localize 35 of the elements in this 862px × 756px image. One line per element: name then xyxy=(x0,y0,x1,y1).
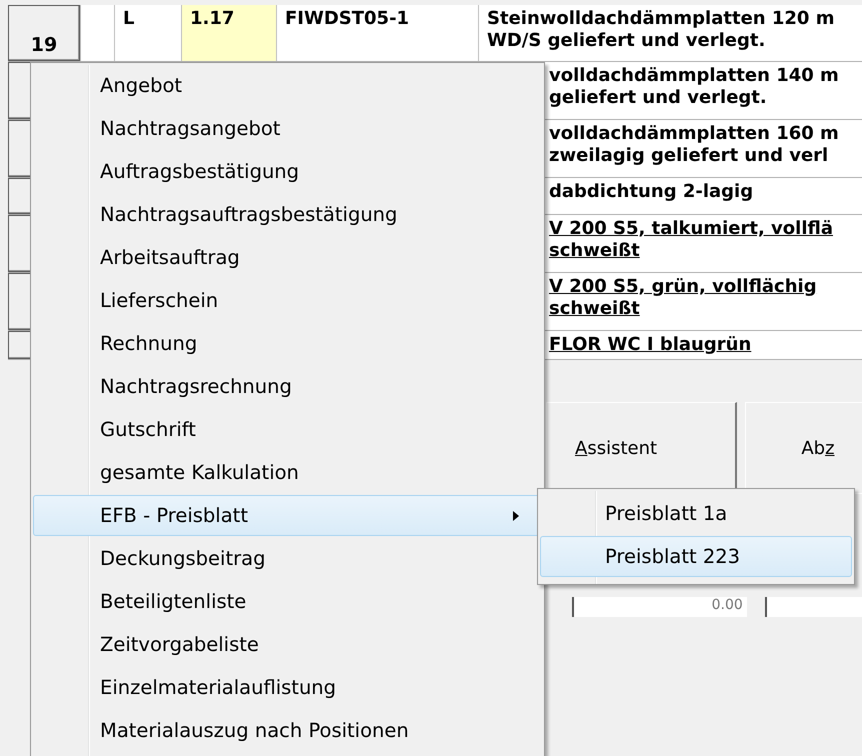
description-line: FLOR WC I blaugrün xyxy=(549,334,752,356)
description-line: dabdichtung 2-lagig xyxy=(549,181,754,203)
description-line: schweißt xyxy=(549,298,641,320)
menu-item[interactable]: Rechnung xyxy=(33,323,542,364)
menu-item[interactable]: Materialauszug nach Positionen xyxy=(33,710,542,751)
description-line: WD/S geliefert und verlegt. xyxy=(487,30,766,52)
table-cell: L xyxy=(123,8,134,29)
menu-item[interactable]: Nachtragsauftragsbestätigung xyxy=(33,194,542,235)
description-line: V 200 S5, grün, vollflächig xyxy=(549,276,818,298)
menu-item[interactable]: Auftragsbestätigung xyxy=(33,151,542,192)
table-cell: FIWDST05-1 xyxy=(285,8,410,29)
description-line: volldachdämmplatten 160 m xyxy=(549,123,840,145)
menu-item[interactable]: Nachtragsangebot xyxy=(33,108,542,149)
menu-item[interactable]: Nachtragsrechnung xyxy=(33,366,542,407)
description-line: Steinwolldachdämmplatten 120 m xyxy=(487,8,836,30)
description-line: volldachdämmplatten 140 m xyxy=(549,65,840,87)
menu-item[interactable]: Arbeitsauftrag xyxy=(33,237,542,278)
menu-item[interactable]: Angebot xyxy=(33,65,542,106)
menu-item[interactable]: gesamte Kalkulation xyxy=(33,452,542,493)
menu-item[interactable]: Lieferschein xyxy=(33,280,542,321)
menu-item[interactable]: Preisblatt 223 xyxy=(540,536,852,577)
input-field[interactable] xyxy=(764,597,862,617)
description-line: V 200 S5, talkumiert, vollflä xyxy=(549,218,834,240)
amount-field[interactable]: 0.00 xyxy=(572,597,747,617)
toolbar-button[interactable]: Abz xyxy=(744,402,862,494)
row-number[interactable]: 19 xyxy=(8,5,80,61)
table-cell: 1.17 xyxy=(190,8,234,29)
menu-item[interactable]: Beteiligtenliste xyxy=(33,581,542,622)
menu-item[interactable]: Zeitvorgabeliste xyxy=(33,624,542,665)
description-line: geliefert und verlegt. xyxy=(549,87,768,109)
menu-item[interactable]: Preisblatt 1a xyxy=(540,493,852,534)
menu-item[interactable]: Gutschrift xyxy=(33,409,542,450)
description-line: schweißt xyxy=(549,240,641,262)
menu-item[interactable]: Einzelmaterialauflistung xyxy=(33,667,542,708)
description-line: zweilagig geliefert und verl xyxy=(549,145,830,167)
